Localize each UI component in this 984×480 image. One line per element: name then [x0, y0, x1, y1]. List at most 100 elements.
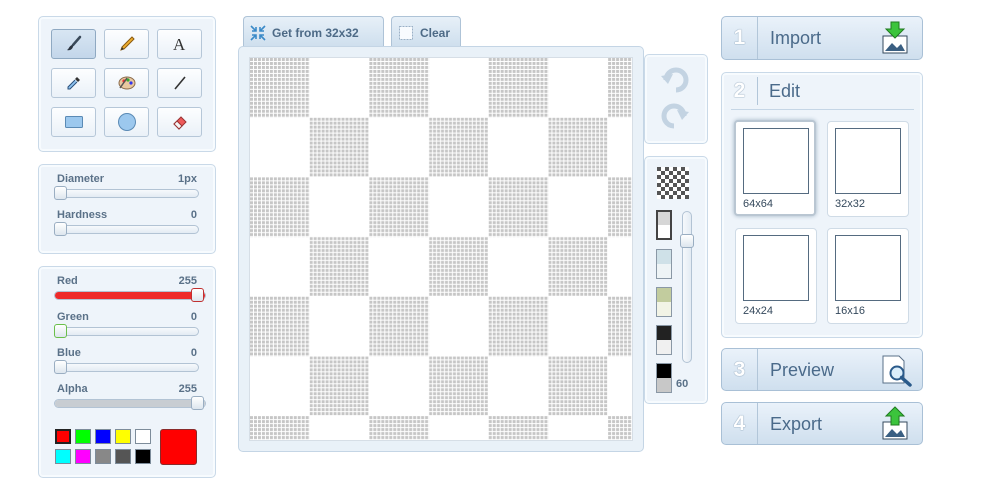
- undo-icon[interactable]: [660, 66, 690, 94]
- background-olive[interactable]: [656, 287, 672, 317]
- edit-label: Edit: [769, 81, 801, 101]
- export-label: Export: [770, 414, 823, 434]
- edit-step-number: 2: [722, 77, 758, 105]
- red-value: 255: [178, 275, 197, 287]
- paint-palette-icon: [118, 76, 135, 90]
- preview-step-number: 3: [722, 349, 758, 390]
- preset-16x16[interactable]: 16x16: [827, 228, 909, 324]
- current-color-preview[interactable]: [160, 429, 197, 465]
- swatch-white[interactable]: [135, 429, 151, 444]
- redo-icon[interactable]: [660, 102, 690, 130]
- export-icon: [882, 406, 908, 440]
- brush-icon: [66, 35, 81, 51]
- background-opacity-thumb[interactable]: [680, 234, 694, 248]
- preset-24x24-thumbnail: [743, 235, 809, 301]
- preset-32x32[interactable]: 32x32: [827, 121, 909, 217]
- preset-24x24[interactable]: 24x24: [735, 228, 817, 324]
- green-slider-thumb[interactable]: [54, 324, 67, 338]
- swatch-red[interactable]: [55, 429, 71, 444]
- green-slider[interactable]: [54, 324, 199, 338]
- drawing-canvas[interactable]: [249, 57, 633, 441]
- background-black-gray[interactable]: [656, 363, 672, 393]
- preset-64x64-label: 64x64: [743, 198, 773, 210]
- background-light-blue[interactable]: [656, 249, 672, 279]
- get-from-32x32-label: Get from 32x32: [272, 25, 359, 40]
- hardness-slider[interactable]: [54, 222, 199, 236]
- text-tool[interactable]: A: [157, 29, 202, 59]
- eyedropper-icon: [67, 77, 80, 90]
- pencil-tool[interactable]: [104, 29, 149, 59]
- export-step-number: 4: [722, 403, 758, 444]
- blue-value: 0: [190, 347, 197, 359]
- transparency-checkerboard: [250, 58, 632, 440]
- export-step[interactable]: 4 Export: [721, 402, 923, 445]
- transparency-grid-icon[interactable]: [657, 167, 689, 199]
- line-icon: [173, 76, 186, 90]
- alpha-slider[interactable]: [54, 396, 206, 410]
- red-slider-fill: [55, 292, 205, 299]
- alpha-slider-thumb[interactable]: [191, 396, 204, 410]
- background-black-white[interactable]: [656, 325, 672, 355]
- blue-slider-thumb[interactable]: [54, 360, 67, 374]
- preset-32x32-thumbnail: [835, 128, 901, 194]
- preset-24x24-label: 24x24: [743, 305, 773, 317]
- hardness-slider-thumb[interactable]: [54, 222, 67, 236]
- preview-step[interactable]: 3 Preview: [721, 348, 923, 391]
- swatch-dark-gray[interactable]: [115, 449, 131, 464]
- import-label: Import: [770, 28, 822, 48]
- background-white-gray[interactable]: [656, 210, 672, 240]
- shrink-arrows-icon: [250, 24, 266, 41]
- swatch-magenta[interactable]: [75, 449, 91, 464]
- text-icon: A: [173, 35, 186, 53]
- green-label: Green: [57, 311, 89, 323]
- preset-16x16-thumbnail: [835, 235, 901, 301]
- import-step-number: 1: [722, 17, 758, 59]
- hardness-label: Hardness: [57, 209, 108, 221]
- hardness-value: 0: [190, 209, 197, 221]
- alpha-value: 255: [178, 383, 197, 395]
- magnifier-icon: [882, 355, 912, 387]
- background-opacity-slider[interactable]: [680, 211, 694, 363]
- preview-label: Preview: [770, 360, 835, 380]
- diameter-label: Diameter: [57, 173, 105, 185]
- eyedropper-tool[interactable]: [51, 68, 96, 98]
- blue-label: Blue: [57, 347, 81, 359]
- circle-icon: [117, 113, 136, 131]
- import-icon: [882, 21, 908, 54]
- diameter-slider-thumb[interactable]: [54, 186, 67, 200]
- ellipse-tool[interactable]: [104, 107, 149, 137]
- swatch-yellow[interactable]: [115, 429, 131, 444]
- import-step[interactable]: 1 Import: [721, 16, 923, 60]
- brush-tool[interactable]: [51, 29, 96, 59]
- green-value: 0: [190, 311, 197, 323]
- alpha-label: Alpha: [57, 383, 88, 395]
- clear-label: Clear: [420, 25, 451, 40]
- blue-slider[interactable]: [54, 360, 199, 374]
- preset-32x32-label: 32x32: [835, 198, 865, 210]
- swatch-green[interactable]: [75, 429, 91, 444]
- svg-text:A: A: [173, 35, 186, 53]
- eraser-icon: [172, 116, 187, 130]
- preset-16x16-label: 16x16: [835, 305, 865, 317]
- swatch-cyan[interactable]: [55, 449, 71, 464]
- red-slider-thumb[interactable]: [191, 288, 204, 302]
- swatch-gray[interactable]: [95, 449, 111, 464]
- background-opacity-value: 60: [676, 378, 689, 390]
- preset-64x64[interactable]: 64x64: [734, 120, 816, 216]
- blank-canvas-icon: [398, 25, 414, 41]
- get-from-32x32-tab[interactable]: Get from 32x32: [243, 16, 384, 48]
- line-tool[interactable]: [157, 68, 202, 98]
- red-label: Red: [57, 275, 78, 287]
- swatch-black[interactable]: [135, 449, 151, 464]
- swatch-blue[interactable]: [95, 429, 111, 444]
- bucket-fill-tool[interactable]: [104, 68, 149, 98]
- preset-64x64-thumbnail: [743, 128, 809, 194]
- canvas-frame: [238, 46, 644, 452]
- rectangle-tool[interactable]: [51, 107, 96, 137]
- rectangle-icon: [64, 116, 83, 128]
- clear-tab[interactable]: Clear: [391, 16, 461, 48]
- diameter-slider[interactable]: [54, 186, 199, 200]
- red-slider[interactable]: [54, 288, 206, 302]
- eraser-tool[interactable]: [157, 107, 202, 137]
- pencil-icon: [119, 36, 135, 51]
